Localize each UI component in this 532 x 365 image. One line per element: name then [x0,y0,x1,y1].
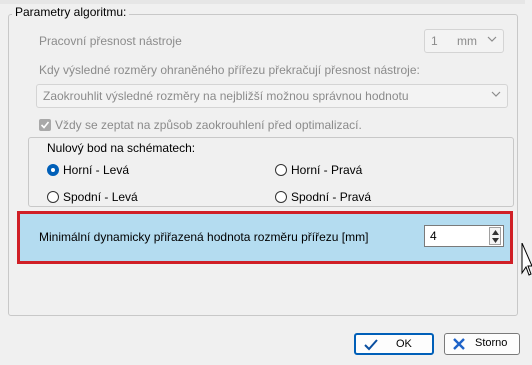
radio-bottom-left-label: Spodní - Levá [63,190,138,204]
rounding-selected: Zaokrouhlit výsledné rozměry na nejbližš… [43,89,409,103]
radio-top-right[interactable] [275,164,287,176]
min-dynamic-value[interactable]: 4 [430,229,437,243]
checkmark-icon [364,339,378,351]
radio-top-right-label: Horní - Pravá [291,163,363,177]
ok-button[interactable]: OK [354,333,434,355]
close-icon [453,338,465,350]
always-ask-checkbox[interactable] [39,119,51,131]
radio-bottom-right-label: Spodní - Pravá [291,190,372,204]
rounding-select[interactable]: Zaokrouhlit výsledné rozměry na nejbližš… [36,84,508,108]
dialog-area: Parametry algoritmu: Pracovní přesnost n… [0,0,532,365]
group-title: Parametry algoritmu: [12,5,130,19]
min-dynamic-label: Minimální dynamicky přiřazená hodnota ro… [39,230,369,244]
check-icon [40,121,50,129]
radio-top-left[interactable] [47,164,59,176]
cancel-button[interactable]: Storno [444,333,520,355]
radio-bottom-left[interactable] [47,191,59,203]
radio-top-left-label: Horní - Levá [63,163,130,177]
radio-bottom-right[interactable] [275,191,287,203]
ok-label: OK [396,338,412,350]
min-dynamic-stepper[interactable]: 4 [424,225,504,247]
always-ask-label: Vždy se zeptat na způsob zaokrouhlení př… [55,118,362,132]
arrow-down-icon[interactable] [492,238,499,243]
chevron-down-icon [491,91,501,97]
resize-cursor-icon [521,243,532,276]
top-strip [0,0,532,4]
spin-buttons[interactable] [489,227,501,245]
precision-label: Pracovní přesnost nástroje [39,34,182,48]
rounding-label: Kdy výsledné rozměry ohraněného přířezu … [39,63,420,77]
zero-point-title: Nulový bod na schématech: [44,141,199,155]
chevron-down-icon [487,36,497,42]
precision-value: 1 [431,34,438,48]
precision-select[interactable]: 1 mm [424,29,504,53]
arrow-up-icon[interactable] [492,230,499,235]
precision-unit: mm [457,34,477,48]
cancel-label: Storno [475,337,508,349]
